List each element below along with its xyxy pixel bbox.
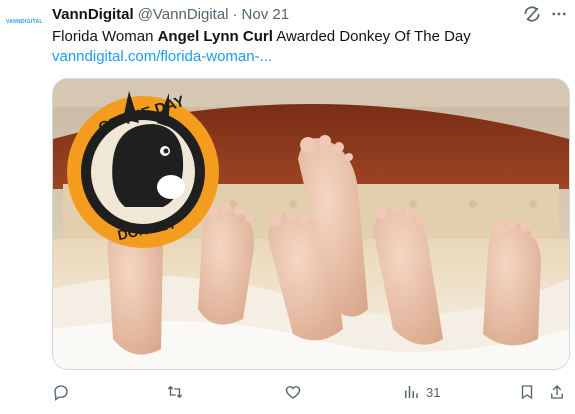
like-button[interactable]	[284, 378, 302, 406]
author-handle[interactable]: @VannDigital	[138, 6, 229, 23]
retweet-icon	[167, 385, 183, 399]
article-link[interactable]: vanndigital.com/florida-woman-...	[52, 47, 272, 67]
views-button[interactable]: 31	[402, 378, 440, 406]
retweet-button[interactable]	[166, 378, 184, 406]
tweet-text-after: Awarded Donkey Of The Day	[272, 28, 471, 45]
bookmark-icon	[521, 385, 533, 400]
avatar[interactable]: VANNDIGITAL	[6, 16, 42, 28]
bookmark-button[interactable]	[518, 378, 536, 406]
feet-photo: OF THE DAY DONKEY	[53, 79, 569, 369]
like-icon	[285, 386, 301, 399]
avatar-text: VANNDIGITAL	[6, 19, 43, 25]
tweet-header: VannDigital @VannDigital · Nov 21	[52, 4, 535, 24]
reply-button[interactable]	[52, 378, 70, 406]
tweet-text-before: Florida Woman	[52, 28, 158, 45]
tweet-text-bold: Angel Lynn Curl	[157, 28, 273, 45]
tweet-actions: 31	[52, 378, 569, 406]
separator-dot: ·	[232, 5, 238, 23]
grok-icon[interactable]	[522, 4, 542, 24]
share-icon	[551, 385, 563, 399]
views-count: 31	[426, 384, 441, 400]
more-icon[interactable]	[549, 4, 569, 24]
tweet-text: Florida Woman Angel Lynn Curl Awarded Do…	[52, 27, 565, 47]
views-icon	[405, 386, 418, 398]
tweet-image[interactable]: OF THE DAY DONKEY	[52, 78, 570, 370]
reply-icon	[54, 385, 68, 401]
author-name[interactable]: VannDigital	[52, 6, 134, 23]
timestamp[interactable]: Nov 21	[242, 6, 290, 23]
share-button[interactable]	[548, 378, 566, 406]
